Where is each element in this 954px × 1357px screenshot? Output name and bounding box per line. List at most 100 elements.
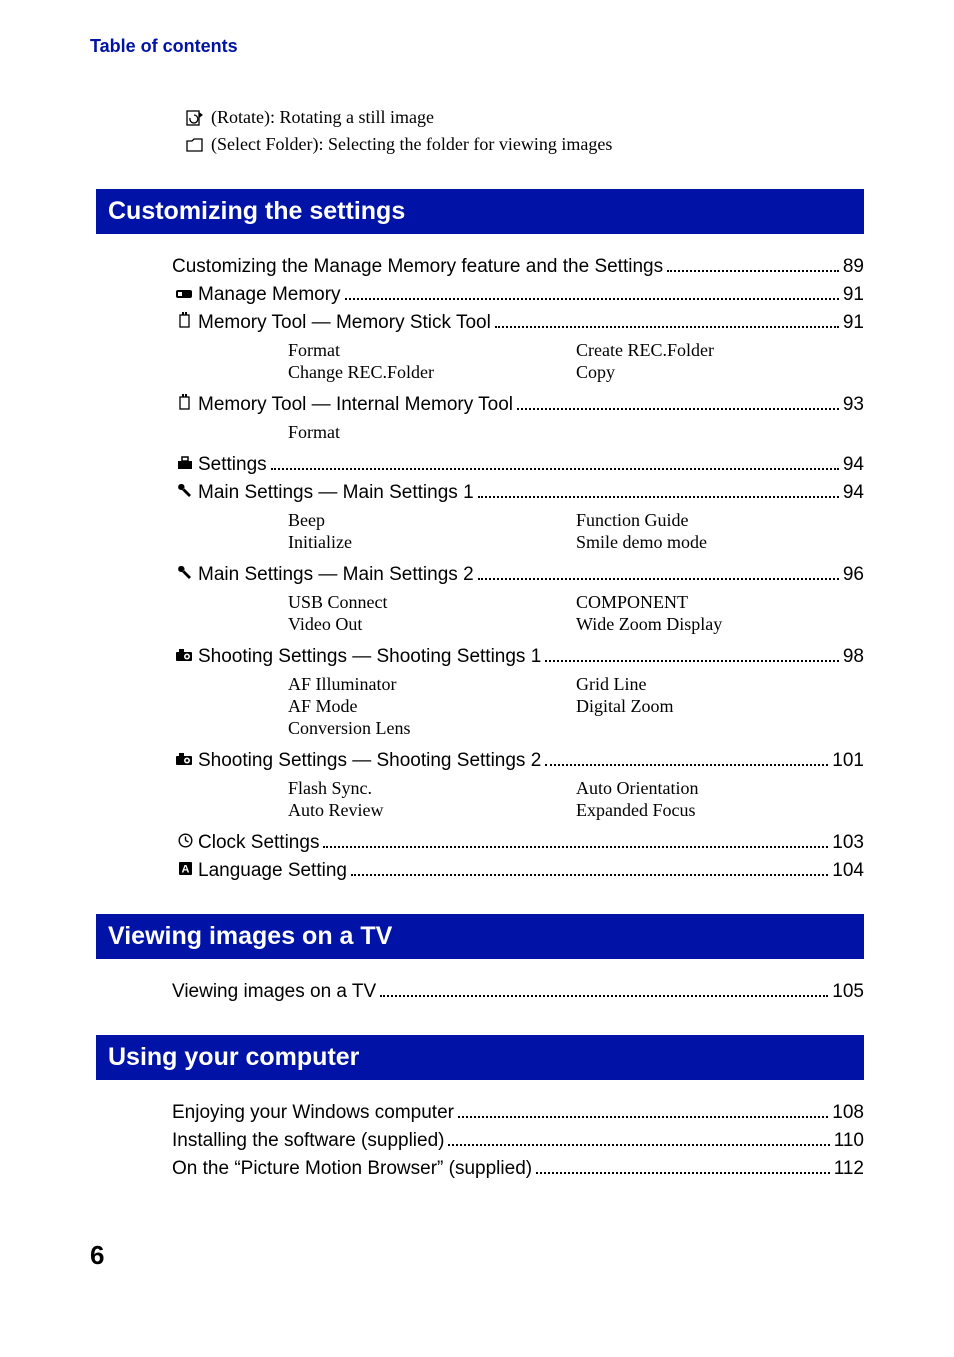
leader-dots (448, 1144, 829, 1146)
leader-dots (271, 468, 839, 470)
leader-dots (545, 764, 828, 766)
toc-entry[interactable]: Memory Tool — Internal Memory Tool 93 (172, 394, 864, 416)
toc-subitem: Digital Zoom (576, 696, 864, 717)
toc-subitem: Wide Zoom Display (576, 614, 864, 635)
page-number: 6 (90, 1240, 864, 1271)
toc-page: 94 (843, 482, 864, 504)
toc-entry[interactable]: Memory Tool — Memory Stick Tool 91 (172, 312, 864, 334)
toc-subitem: Video Out (288, 614, 576, 635)
toc-label: Main Settings — Main Settings 1 (198, 482, 474, 504)
leader-dots (536, 1172, 830, 1174)
toc-subitem: Expanded Focus (576, 800, 864, 821)
toc-subitems: USB ConnectVideo Out COMPONENTWide Zoom … (288, 592, 864, 636)
toc-subitem: Format (288, 340, 576, 361)
toc-subitem: Initialize (288, 532, 576, 553)
memory-tool-icon (177, 394, 193, 410)
toc-label: Enjoying your Windows computer (172, 1102, 454, 1124)
toc-entry[interactable]: Viewing images on a TV 105 (172, 981, 864, 1003)
toc-entry[interactable]: Enjoying your Windows computer 108 (172, 1102, 864, 1124)
toc-subitem: Conversion Lens (288, 718, 576, 739)
toc-subitem: Smile demo mode (576, 532, 864, 553)
svg-text:A: A (181, 864, 189, 876)
toc-page: 96 (843, 564, 864, 586)
section-bar-computer: Using your computer (96, 1035, 864, 1080)
intro-block: (Rotate): Rotating a still image (Select… (186, 107, 864, 155)
settings-wrench-icon (177, 482, 193, 498)
toc-entry[interactable]: Shooting Settings — Shooting Settings 2 … (172, 750, 864, 772)
toc-label: Viewing images on a TV (172, 981, 376, 1003)
toc-page: 108 (832, 1102, 864, 1124)
toc-page: 112 (834, 1158, 864, 1180)
camera-icon (176, 753, 194, 766)
toc-label: Clock Settings (198, 832, 319, 854)
toc-entry[interactable]: Installing the software (supplied) 110 (172, 1130, 864, 1152)
toc-entry[interactable]: Manage Memory 91 (172, 284, 864, 306)
toc-label: Settings (198, 454, 267, 476)
toc-subitems: AF IlluminatorAF ModeConversion Lens Gri… (288, 674, 864, 740)
intro-rotate: (Rotate): Rotating a still image (186, 107, 864, 128)
toc-subitems: FormatChange REC.Folder Create REC.Folde… (288, 340, 864, 384)
toc-page: 94 (843, 454, 864, 476)
page: Table of contents (Rotate): Rotating a s… (0, 0, 954, 1301)
toc-label: Memory Tool — Memory Stick Tool (198, 312, 491, 334)
toc-page: 91 (843, 312, 864, 334)
toc-entry[interactable]: Main Settings — Main Settings 1 94 (172, 482, 864, 504)
clock-icon (178, 833, 193, 848)
toc-page: 110 (834, 1130, 864, 1152)
toc-subitems: Format (288, 422, 864, 444)
language-icon: A (178, 861, 193, 876)
toc-subitem: Function Guide (576, 510, 864, 531)
settings-wrench-icon (177, 564, 193, 580)
leader-dots (351, 874, 828, 876)
toc-page: 93 (843, 394, 864, 416)
toc-page: 103 (832, 832, 864, 854)
toc-label: Main Settings — Main Settings 2 (198, 564, 474, 586)
leader-dots (380, 995, 828, 997)
toc-subitem: USB Connect (288, 592, 576, 613)
toc-customizing: Customizing the Manage Memory feature an… (172, 256, 864, 882)
toc-page: 89 (843, 256, 864, 278)
toc-page: 98 (843, 646, 864, 668)
leader-dots (478, 578, 839, 580)
leader-dots (667, 270, 839, 272)
toc-subitem: AF Illuminator (288, 674, 576, 695)
toc-entry[interactable]: Clock Settings 103 (172, 832, 864, 854)
toc-subitem: Create REC.Folder (576, 340, 864, 361)
toc-entry[interactable]: Main Settings — Main Settings 2 96 (172, 564, 864, 586)
toolbox-icon (177, 456, 193, 470)
leader-dots (323, 846, 828, 848)
toc-page: 105 (832, 981, 864, 1003)
manage-memory-icon (176, 288, 194, 300)
toc-subitem: Grid Line (576, 674, 864, 695)
leader-dots (345, 298, 839, 300)
toc-label: Shooting Settings — Shooting Settings 1 (198, 646, 541, 668)
toc-label: Installing the software (supplied) (172, 1130, 444, 1152)
toc-page: 104 (832, 860, 864, 882)
toc-subitem: Auto Orientation (576, 778, 864, 799)
leader-dots (478, 496, 839, 498)
toc-label: Language Setting (198, 860, 347, 882)
toc-subitems: Flash Sync.Auto Review Auto OrientationE… (288, 778, 864, 822)
toc-entry[interactable]: Settings 94 (172, 454, 864, 476)
page-title: Table of contents (90, 36, 864, 57)
toc-entry[interactable]: On the “Picture Motion Browser” (supplie… (172, 1158, 864, 1180)
leader-dots (495, 326, 839, 328)
toc-subitems: BeepInitialize Function GuideSmile demo … (288, 510, 864, 554)
toc-label: Shooting Settings — Shooting Settings 2 (198, 750, 541, 772)
toc-subitem: Beep (288, 510, 576, 531)
toc-computer: Enjoying your Windows computer 108 Insta… (172, 1102, 864, 1180)
toc-subitem: COMPONENT (576, 592, 864, 613)
intro-select-folder: (Select Folder): Selecting the folder fo… (186, 134, 864, 155)
toc-label: Memory Tool — Internal Memory Tool (198, 394, 513, 416)
toc-subitem: Flash Sync. (288, 778, 576, 799)
memory-tool-icon (177, 312, 193, 328)
leader-dots (458, 1116, 828, 1118)
toc-entry[interactable]: A Language Setting 104 (172, 860, 864, 882)
toc-entry[interactable]: Customizing the Manage Memory feature an… (172, 256, 864, 278)
rotate-icon (186, 110, 203, 126)
toc-subitem: AF Mode (288, 696, 576, 717)
toc-entry[interactable]: Shooting Settings — Shooting Settings 1 … (172, 646, 864, 668)
toc-label: On the “Picture Motion Browser” (supplie… (172, 1158, 532, 1180)
toc-subitem: Change REC.Folder (288, 362, 576, 383)
section-bar-tv: Viewing images on a TV (96, 914, 864, 959)
